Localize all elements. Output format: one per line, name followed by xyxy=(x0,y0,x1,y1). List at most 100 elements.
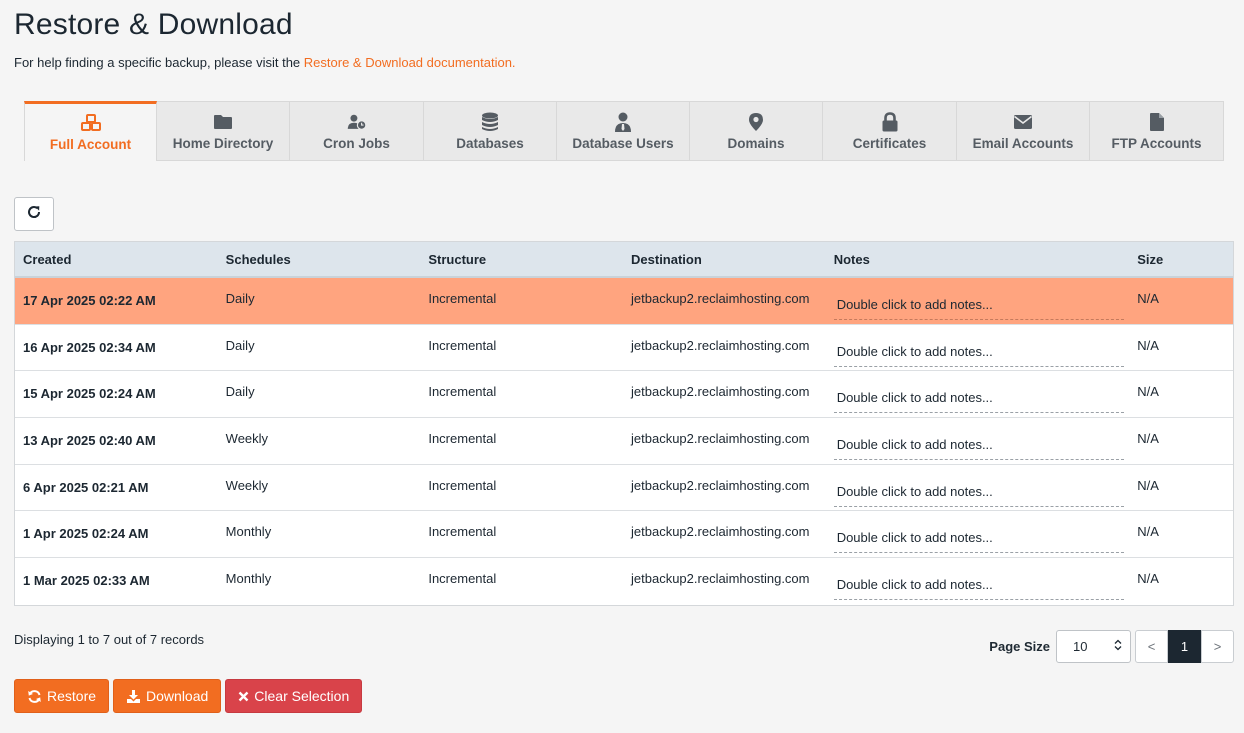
page-size-value: 10 xyxy=(1073,639,1088,654)
download-button[interactable]: Download xyxy=(113,679,222,713)
chevron-updown-icon xyxy=(1114,639,1122,654)
table-row[interactable]: 1 Mar 2025 02:33 AM Monthly Incremental … xyxy=(15,558,1233,605)
restore-button[interactable]: Restore xyxy=(14,679,110,713)
tab-email-accounts[interactable]: Email Accounts xyxy=(957,101,1090,161)
cell-destination: jetbackup2.reclaimhosting.com xyxy=(631,431,810,447)
folder-icon xyxy=(213,112,233,132)
clear-selection-label: Clear Selection xyxy=(254,688,350,704)
tab-database-users[interactable]: Database Users xyxy=(557,101,690,161)
tab-home-directory[interactable]: Home Directory xyxy=(157,101,290,161)
notes-editable[interactable]: Double click to add notes... xyxy=(833,341,1124,367)
tab-label: Full Account xyxy=(49,137,132,152)
cell-destination: jetbackup2.reclaimhosting.com xyxy=(631,337,810,353)
column-header-destination[interactable]: Destination xyxy=(623,252,826,267)
map-marker-icon xyxy=(746,112,766,132)
tab-label: FTP Accounts xyxy=(1111,136,1202,151)
notes-editable[interactable]: Double click to add notes... xyxy=(833,481,1124,507)
tab-label: Databases xyxy=(456,136,524,151)
documentation-link[interactable]: Restore & Download documentation. xyxy=(304,55,516,70)
tab-domains[interactable]: Domains xyxy=(690,101,823,161)
cell-created: 15 Apr 2025 02:24 AM xyxy=(23,386,156,402)
cell-schedules: Monthly xyxy=(225,571,272,587)
cell-size: N/A xyxy=(1137,337,1159,353)
cell-created: 17 Apr 2025 02:22 AM xyxy=(23,293,156,308)
notes-editable[interactable]: Double click to add notes... xyxy=(833,527,1124,554)
notes-editable[interactable]: Double click to add notes... xyxy=(833,387,1124,414)
tab-label: Cron Jobs xyxy=(323,136,390,151)
cell-destination: jetbackup2.reclaimhosting.com xyxy=(631,384,810,400)
column-header-size[interactable]: Size xyxy=(1129,252,1233,267)
cell-schedules: Monthly xyxy=(225,524,272,540)
tab-databases[interactable]: Databases xyxy=(424,101,557,161)
column-header-notes[interactable]: Notes xyxy=(826,252,1130,267)
cell-notes: Double click to add notes... xyxy=(826,278,1130,320)
records-count: Displaying 1 to 7 out of 7 records xyxy=(14,632,205,647)
refresh-icon xyxy=(26,204,42,225)
cell-created: 6 Apr 2025 02:21 AM xyxy=(23,479,149,495)
next-page-button[interactable]: > xyxy=(1201,630,1234,663)
notes-editable[interactable]: Double click to add notes... xyxy=(833,434,1124,461)
table-row[interactable]: 15 Apr 2025 02:24 AM Daily Incremental j… xyxy=(15,371,1233,419)
page-1-button[interactable]: 1 xyxy=(1168,630,1201,663)
cell-schedules: Daily xyxy=(225,384,255,400)
cell-size: N/A xyxy=(1137,524,1159,540)
user-tie-icon xyxy=(613,112,633,132)
clear-selection-button[interactable]: Clear Selection xyxy=(225,679,363,713)
tab-label: Domains xyxy=(727,136,785,151)
notes-editable[interactable]: Double click to add notes... xyxy=(833,574,1124,601)
column-header-schedules[interactable]: Schedules xyxy=(218,252,421,267)
pagination: Page Size 10 < 1 > xyxy=(989,630,1234,663)
tab-label: Home Directory xyxy=(172,136,274,151)
lock-icon xyxy=(880,112,900,132)
column-header-structure[interactable]: Structure xyxy=(420,252,623,267)
page-title: Restore & Download xyxy=(14,8,293,41)
cell-created: 13 Apr 2025 02:40 AM xyxy=(23,433,156,449)
column-header-created[interactable]: Created xyxy=(15,252,218,267)
restore-label: Restore xyxy=(47,688,97,704)
tab-certificates[interactable]: Certificates xyxy=(823,101,957,161)
backups-table: Created Schedules Structure Destination … xyxy=(14,241,1234,606)
cell-structure: Incremental xyxy=(428,431,497,447)
page-size-label: Page Size xyxy=(989,639,1050,654)
cell-notes: Double click to add notes... xyxy=(826,558,1130,601)
cell-created: 16 Apr 2025 02:34 AM xyxy=(23,339,156,355)
download-label: Download xyxy=(146,688,209,704)
cell-schedules: Weekly xyxy=(225,477,269,493)
notes-editable[interactable]: Double click to add notes... xyxy=(833,294,1124,320)
cell-size: N/A xyxy=(1137,431,1159,447)
cell-notes: Double click to add notes... xyxy=(826,465,1130,507)
download-icon xyxy=(126,689,141,704)
cell-size: N/A xyxy=(1137,291,1159,306)
cell-destination: jetbackup2.reclaimhosting.com xyxy=(631,477,810,493)
cell-notes: Double click to add notes... xyxy=(826,325,1130,367)
cell-destination: jetbackup2.reclaimhosting.com xyxy=(631,291,810,306)
cell-structure: Incremental xyxy=(428,384,497,400)
cell-notes: Double click to add notes... xyxy=(826,418,1130,461)
table-row[interactable]: 16 Apr 2025 02:34 AM Daily Incremental j… xyxy=(15,325,1233,372)
cell-structure: Incremental xyxy=(428,477,497,493)
cell-created: 1 Mar 2025 02:33 AM xyxy=(23,573,150,589)
tab-ftp-accounts[interactable]: FTP Accounts xyxy=(1090,101,1224,161)
table-row[interactable]: 1 Apr 2025 02:24 AM Monthly Incremental … xyxy=(15,511,1233,559)
cell-size: N/A xyxy=(1137,571,1159,587)
previous-page-button[interactable]: < xyxy=(1135,630,1168,663)
user-clock-icon xyxy=(347,112,367,132)
table-row[interactable]: 13 Apr 2025 02:40 AM Weekly Incremental … xyxy=(15,418,1233,465)
file-icon xyxy=(1147,112,1167,132)
tab-cron-jobs[interactable]: Cron Jobs xyxy=(290,101,424,161)
cubes-icon xyxy=(80,113,101,133)
table-row[interactable]: 6 Apr 2025 02:21 AM Weekly Incremental j… xyxy=(15,465,1233,512)
cell-structure: Incremental xyxy=(428,524,497,540)
table-row[interactable]: 17 Apr 2025 02:22 AM Daily Incremental j… xyxy=(15,278,1233,325)
close-icon xyxy=(238,691,249,702)
cell-schedules: Daily xyxy=(225,291,255,306)
tab-full-account[interactable]: Full Account xyxy=(24,101,157,161)
envelope-icon xyxy=(1013,112,1033,132)
page-size-select[interactable]: 10 xyxy=(1056,630,1131,663)
backup-type-tabs: Full Account Home Directory Cron Jobs Da… xyxy=(24,101,1224,161)
database-icon xyxy=(480,112,500,132)
action-buttons: Restore Download Clear Selection xyxy=(14,679,366,713)
cell-size: N/A xyxy=(1137,384,1159,400)
refresh-button[interactable] xyxy=(14,197,54,231)
cell-destination: jetbackup2.reclaimhosting.com xyxy=(631,524,810,540)
